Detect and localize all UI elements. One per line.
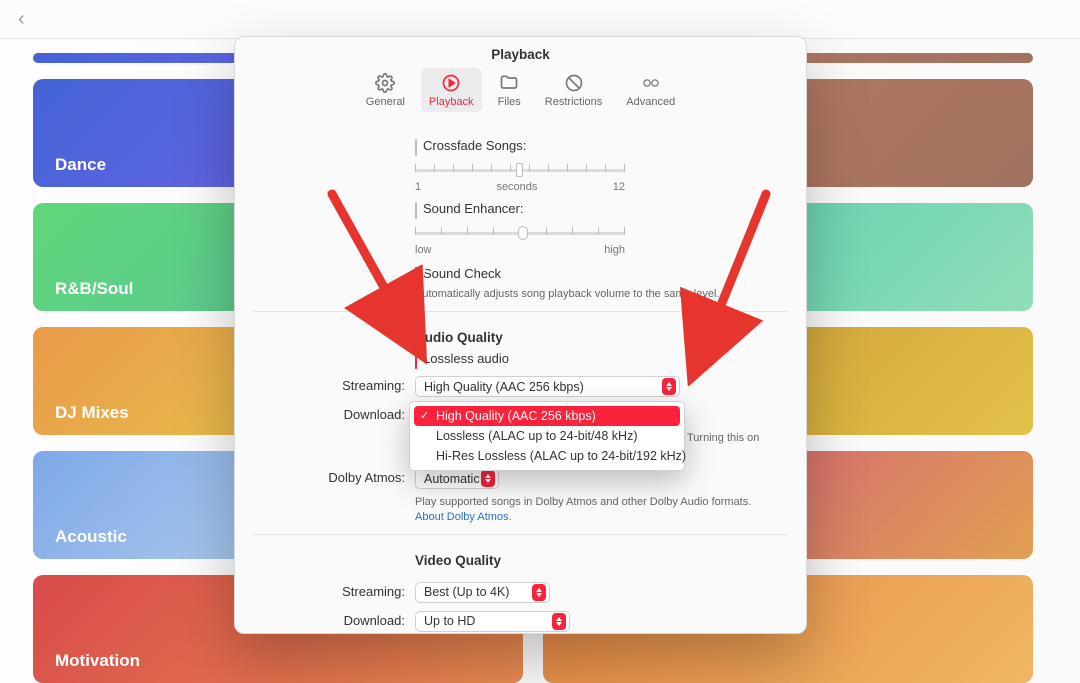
slider-min-label: 1 [415, 181, 421, 193]
aq-streaming-label: Streaming: [253, 376, 415, 393]
aq-streaming-select[interactable]: High Quality (AAC 256 kbps) [415, 376, 680, 397]
slider-max-label: 12 [613, 181, 625, 193]
about-dolby-link[interactable]: About Dolby Atmos [415, 511, 509, 523]
aq-download-note: Turning this on [687, 431, 759, 445]
sound-enhancer-slider[interactable] [415, 224, 625, 242]
video-quality-heading: Video Quality [415, 553, 788, 568]
vq-download-value: Up to HD [424, 614, 475, 628]
stepper-icon [662, 378, 676, 395]
crossfade-checkbox[interactable]: Crossfade Songs: [415, 138, 526, 153]
dolby-select[interactable]: Automatic [415, 468, 499, 489]
vq-streaming-select[interactable]: Best (Up to 4K) [415, 582, 550, 603]
sound-check-checkbox[interactable]: Sound Check [415, 266, 501, 281]
tab-label: Files [498, 96, 521, 108]
folder-icon [498, 72, 520, 94]
preferences-window: Playback General Playback Files Restrict… [234, 36, 807, 634]
play-circle-icon [440, 72, 462, 94]
vq-streaming-label: Streaming: [253, 582, 415, 599]
option-high-quality[interactable]: High Quality (AAC 256 kbps) [414, 406, 680, 426]
card-label: DJ Mixes [55, 403, 129, 423]
tab-advanced[interactable]: Advanced [618, 68, 683, 112]
dolby-label: Dolby Atmos: [253, 468, 415, 485]
option-lossless[interactable]: Lossless (ALAC up to 24-bit/48 kHz) [414, 426, 680, 446]
sound-check-description: Automatically adjusts song playback volu… [415, 287, 788, 301]
aq-download-label: Download: [253, 405, 415, 422]
back-chevron-icon[interactable]: ‹ [18, 8, 25, 31]
card-label: R&B/Soul [55, 279, 133, 299]
slider-unit-label: seconds [496, 181, 537, 193]
double-gear-icon [640, 72, 662, 94]
tab-restrictions[interactable]: Restrictions [537, 68, 610, 112]
tab-label: Playback [429, 96, 474, 108]
audio-quality-heading: Audio Quality [415, 330, 788, 345]
tab-playback[interactable]: Playback [421, 68, 482, 112]
tab-files[interactable]: Files [490, 68, 529, 112]
separator [253, 311, 788, 312]
tab-label: Restrictions [545, 96, 602, 108]
card-label: Motivation [55, 651, 140, 671]
vq-download-label: Download: [253, 611, 415, 628]
pref-tab-bar: General Playback Files Restrictions Adva… [235, 64, 806, 120]
sound-check-label: Sound Check [423, 266, 501, 281]
pref-body: Crossfade Songs: 1 seconds 12 Sound Enha… [235, 120, 806, 634]
option-hi-res-lossless[interactable]: Hi-Res Lossless (ALAC up to 24-bit/192 k… [414, 446, 680, 466]
no-symbol-icon [563, 72, 585, 94]
slider-high-label: high [604, 244, 625, 256]
window-title: Playback [235, 37, 806, 64]
gear-icon [374, 72, 396, 94]
crossfade-label: Crossfade Songs: [423, 138, 526, 153]
period: . [509, 511, 512, 523]
stepper-icon [481, 470, 495, 487]
vq-streaming-value: Best (Up to 4K) [424, 585, 509, 599]
lossless-audio-label: Lossless audio [423, 351, 509, 366]
aq-streaming-value: High Quality (AAC 256 kbps) [424, 380, 584, 394]
card-label: Dance [55, 155, 106, 175]
vq-download-select[interactable]: Up to HD [415, 611, 570, 632]
tab-general[interactable]: General [358, 68, 413, 112]
sound-enhancer-checkbox[interactable]: Sound Enhancer: [415, 201, 523, 216]
card-label: Acoustic [55, 527, 127, 547]
dolby-value: Automatic [424, 472, 480, 486]
slider-low-label: low [415, 244, 432, 256]
toolbar: ‹ [0, 0, 1080, 39]
tab-label: Advanced [626, 96, 675, 108]
aq-download-dropdown[interactable]: High Quality (AAC 256 kbps) Lossless (AL… [409, 401, 685, 471]
stepper-icon [552, 613, 566, 630]
sound-enhancer-label: Sound Enhancer: [423, 201, 523, 216]
crossfade-slider[interactable] [415, 161, 625, 179]
lossless-audio-checkbox[interactable]: Lossless audio [415, 351, 509, 366]
stepper-icon [532, 584, 546, 601]
dolby-description: Play supported songs in Dolby Atmos and … [415, 496, 751, 508]
separator [253, 534, 788, 535]
tab-label: General [366, 96, 405, 108]
